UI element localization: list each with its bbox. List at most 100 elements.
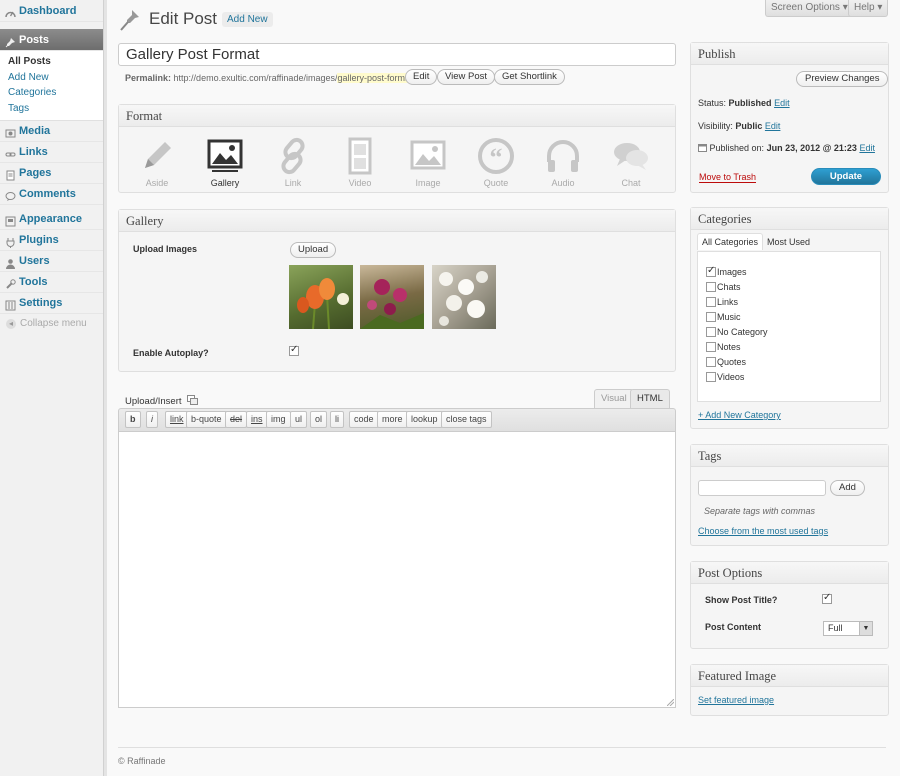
- format-audio[interactable]: Audio: [538, 136, 588, 188]
- get-shortlink-button[interactable]: Get Shortlink: [494, 69, 565, 85]
- edit-status-link[interactable]: Edit: [774, 98, 790, 108]
- qt-italic-button[interactable]: i: [146, 411, 158, 428]
- menu-dashboard[interactable]: Dashboard: [0, 0, 103, 22]
- menu-tools[interactable]: Tools: [0, 272, 103, 293]
- view-post-button[interactable]: View Post: [437, 69, 496, 85]
- content-textarea[interactable]: [118, 431, 676, 708]
- qt-bquote-button[interactable]: b-quote: [186, 411, 227, 428]
- category-item[interactable]: Videos: [706, 372, 744, 382]
- category-item[interactable]: Chats: [706, 282, 741, 292]
- format-gallery[interactable]: Gallery: [200, 136, 250, 188]
- dropdown-arrow-icon: ▼: [859, 622, 872, 635]
- submenu-all-posts[interactable]: All Posts: [0, 54, 103, 70]
- posts-submenu: All Posts Add New Categories Tags: [0, 51, 103, 121]
- help-button[interactable]: Help ▾: [848, 0, 889, 17]
- autoplay-checkbox[interactable]: [289, 344, 299, 356]
- add-new-button[interactable]: Add New: [222, 12, 273, 27]
- plug-icon: [5, 235, 16, 248]
- edit-permalink-button[interactable]: Edit: [405, 69, 438, 85]
- media-insert-icon[interactable]: [187, 395, 199, 405]
- enable-autoplay-label: Enable Autoplay?: [133, 348, 209, 358]
- category-item[interactable]: Images: [706, 265, 747, 277]
- gallery-heading: Gallery: [119, 210, 675, 232]
- edit-visibility-link[interactable]: Edit: [765, 121, 781, 131]
- show-title-checkbox[interactable]: [822, 592, 832, 604]
- screen-options-button[interactable]: Screen Options ▾: [765, 0, 854, 17]
- category-item[interactable]: No Category: [706, 327, 768, 337]
- tag-input[interactable]: [698, 480, 826, 496]
- choose-tags-link[interactable]: Choose from the most used tags: [698, 526, 828, 536]
- format-link[interactable]: Link: [268, 136, 318, 188]
- pushpin-icon: [120, 10, 139, 31]
- tab-most-used[interactable]: Most Used: [767, 237, 810, 247]
- upload-insert-label: Upload/Insert: [125, 395, 199, 407]
- add-tag-button[interactable]: Add: [830, 480, 865, 496]
- format-video[interactable]: Video: [335, 136, 385, 188]
- menu-settings[interactable]: Settings: [0, 293, 103, 314]
- menu-plugins[interactable]: Plugins: [0, 230, 103, 251]
- qt-del-button[interactable]: del: [225, 411, 248, 428]
- set-featured-image-link[interactable]: Set featured image: [698, 695, 774, 705]
- permalink-slug[interactable]: gallery-post-format: [337, 73, 413, 83]
- qt-close-tags-button[interactable]: close tags: [441, 411, 492, 428]
- show-title-label: Show Post Title?: [705, 595, 778, 605]
- qt-more-button[interactable]: more: [377, 411, 408, 428]
- update-button[interactable]: Update: [811, 168, 881, 185]
- menu-pages[interactable]: Pages: [0, 163, 103, 184]
- menu-users[interactable]: Users: [0, 251, 103, 272]
- qt-img-button[interactable]: img: [266, 411, 291, 428]
- format-aside[interactable]: Aside: [132, 136, 182, 188]
- menu-comments[interactable]: Comments: [0, 184, 103, 205]
- published-on-row: Published on: Jun 23, 2012 @ 21:23 Edit: [698, 143, 875, 153]
- move-to-trash-link[interactable]: Move to Trash: [699, 172, 757, 183]
- tab-html[interactable]: HTML: [630, 389, 670, 408]
- collapse-menu[interactable]: ◂ Collapse menu: [0, 314, 103, 334]
- post-content-label: Post Content: [705, 622, 761, 632]
- submenu-tags[interactable]: Tags: [0, 101, 103, 117]
- preview-changes-button[interactable]: Preview Changes: [796, 71, 889, 87]
- format-quote[interactable]: “ Quote: [471, 136, 521, 188]
- collapse-arrow-icon: ◂: [6, 318, 16, 329]
- menu-appearance[interactable]: Appearance: [0, 209, 103, 230]
- category-item[interactable]: Music: [706, 312, 741, 322]
- wrench-icon: [5, 277, 16, 289]
- post-title-input[interactable]: Gallery Post Format: [118, 43, 676, 66]
- category-item[interactable]: Quotes: [706, 357, 746, 367]
- tab-visual[interactable]: Visual: [594, 389, 634, 408]
- tags-hint: Separate tags with commas: [704, 506, 816, 516]
- add-new-category-link[interactable]: + Add New Category: [698, 410, 781, 420]
- resize-handle-icon[interactable]: [667, 699, 674, 706]
- menu-posts[interactable]: Posts: [0, 29, 103, 51]
- post-content-select[interactable]: Full ▼: [823, 621, 873, 636]
- format-heading: Format: [119, 105, 675, 127]
- gallery-thumb-tulips[interactable]: [289, 265, 353, 329]
- visibility-row: Visibility: Public Edit: [698, 121, 781, 131]
- qt-link-button[interactable]: link: [165, 411, 189, 428]
- format-image[interactable]: Image: [403, 136, 453, 188]
- tab-all-categories[interactable]: All Categories: [697, 233, 764, 250]
- menu-links[interactable]: Links: [0, 142, 103, 163]
- qt-ol-button[interactable]: ol: [310, 411, 328, 428]
- edit-date-link[interactable]: Edit: [859, 143, 875, 153]
- qt-bold-button[interactable]: b: [125, 411, 141, 428]
- pages-icon: [5, 168, 16, 181]
- qt-ins-button[interactable]: ins: [246, 411, 268, 428]
- tulips-image: [297, 278, 349, 329]
- category-item[interactable]: Links: [706, 297, 738, 307]
- submenu-add-new[interactable]: Add New: [0, 70, 103, 86]
- qt-li-button[interactable]: li: [330, 411, 344, 428]
- submenu-categories[interactable]: Categories: [0, 85, 103, 101]
- appearance-icon: [5, 214, 16, 227]
- featured-image-heading: Featured Image: [691, 665, 888, 687]
- gallery-thumb-purple-flowers[interactable]: [360, 265, 424, 329]
- qt-lookup-button[interactable]: lookup: [406, 411, 443, 428]
- blossoms-image: [439, 271, 488, 326]
- upload-button[interactable]: Upload: [290, 242, 337, 258]
- menu-media[interactable]: Media: [0, 121, 103, 142]
- comment-bubble-icon: [5, 189, 16, 201]
- gallery-thumb-blossoms[interactable]: [432, 265, 496, 329]
- qt-ul-button[interactable]: ul: [290, 411, 308, 428]
- category-item[interactable]: Notes: [706, 342, 741, 352]
- qt-code-button[interactable]: code: [349, 411, 379, 428]
- format-chat[interactable]: Chat: [606, 136, 656, 188]
